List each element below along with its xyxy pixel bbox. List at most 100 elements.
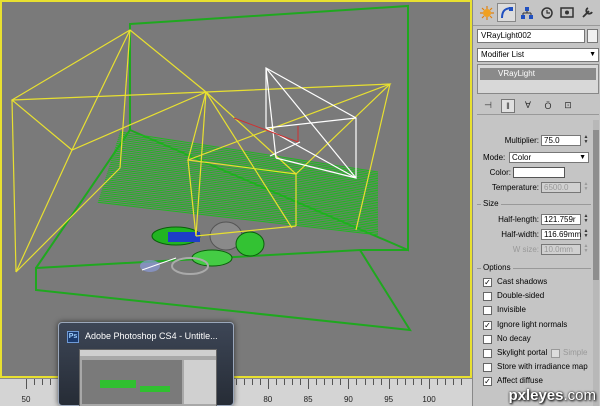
ruler-minor-tick [283,379,285,385]
option-label: Cast shadows [497,277,548,286]
command-panel: VRayLight002 Modifier List ▼ VRayLight ⊣… [472,0,600,406]
w-size-spinner[interactable]: ▲ ▼ [583,244,589,255]
option-checkbox[interactable]: ✓ [483,320,492,330]
half-length-input[interactable]: 121.759r [541,214,581,225]
make-unique-icon: ∀ [524,100,532,110]
ruler-tick [388,379,390,389]
ruler-minor-tick [324,379,326,385]
options-group-title: Options [481,263,513,272]
option-checkbox[interactable]: ✓ [483,377,492,387]
create-icon [479,5,494,20]
w-size-row: W size: 10.0mm ▲ ▼ [477,244,591,256]
ruler-minor-tick [332,379,334,385]
pin-icon: ⊣ [484,100,492,110]
color-swatch[interactable] [513,167,565,178]
ruler-label: 100 [422,395,436,404]
ruler-tick [308,379,310,389]
ruler-minor-tick [356,379,358,385]
multiplier-row: Multiplier: 75.0 ▲ ▼ [477,135,591,147]
pin-stack-button[interactable]: ⊣ [481,99,495,113]
modifier-stack[interactable]: VRayLight [477,64,599,94]
watermark-suffix: .com [563,387,596,404]
ruler-label: 95 [384,395,394,404]
ruler-minor-tick [291,379,293,385]
stack-item-vraylight[interactable]: VRayLight [480,68,596,80]
option-checkbox[interactable] [483,334,492,344]
ruler-minor-tick [259,379,261,385]
option-label: Ignore light normals [497,319,568,329]
mode-value: Color [512,153,532,162]
option-label: Skylight portal [497,348,548,357]
option-checkbox[interactable] [483,292,492,302]
configure-icon: ⊡ [564,100,572,110]
thumbnail-preview[interactable] [79,349,217,406]
display-icon [559,6,574,18]
thumbnail-title: Adobe Photoshop CS4 - Untitle... [85,331,218,341]
hierarchy-tab[interactable] [517,3,536,22]
ruler-minor-tick [404,379,406,385]
color-label: Color: [489,168,511,177]
object-color-swatch[interactable] [587,29,598,43]
simple-checkbox[interactable] [551,349,560,358]
w-size-label: W size: [512,245,539,254]
create-tab[interactable] [477,3,496,22]
color-row: Color: [477,167,591,179]
remove-modifier-button[interactable]: Ö [541,99,555,113]
modify-tab[interactable] [497,3,516,22]
temperature-row: Temperature: 6500.0 ▲ ▼ [477,182,591,194]
box-stripe [99,196,379,231]
panel-scrollbar[interactable] [593,120,599,406]
temperature-spinner[interactable]: ▲ ▼ [583,182,589,193]
ruler-minor-tick [243,379,245,385]
show-end-result-button[interactable]: ‖ [501,98,515,113]
mode-row: Mode: Color ▼ [477,152,591,164]
ruler-minor-tick [372,379,374,385]
option-checkbox[interactable] [483,363,492,373]
gizmo-shadow [140,260,160,272]
temperature-input[interactable]: 6500.0 [541,182,581,193]
ruler-minor-tick [364,379,366,385]
configure-sets-button[interactable]: ⊡ [561,99,575,113]
half-width-label: Half-width: [501,230,539,239]
display-tab[interactable] [557,3,576,22]
motion-tab[interactable] [537,3,556,22]
chevron-down-icon: ▼ [589,51,596,58]
half-width-row: Half-width: 116.69mm ▲ ▼ [477,229,591,241]
mode-select[interactable]: Color ▼ [509,152,589,163]
option-label: No decay [497,333,531,343]
make-unique-button[interactable]: ∀ [521,99,535,113]
modifier-list-dropdown[interactable]: Modifier List ▼ [477,48,599,62]
half-width-input[interactable]: 116.69mm [541,229,581,240]
taskbar-thumbnail-popup[interactable]: Ps Adobe Photoshop CS4 - Untitle... [58,322,234,406]
ruler-tick [429,379,430,389]
option-label: Affect diffuse [497,376,543,386]
command-panel-tabs [473,0,600,26]
modifier-list-label: Modifier List [481,50,525,59]
multiplier-spinner[interactable]: ▲ ▼ [583,135,589,146]
hierarchy-icon [520,6,533,19]
parameters-rollout: Multiplier: 75.0 ▲ ▼ Mode: Color ▼ Color:… [477,120,591,406]
modify-icon [500,6,513,18]
ruler-label: 85 [303,395,313,404]
ruler-minor-tick [275,379,277,385]
option-checkbox[interactable] [483,306,492,316]
panel-scroll-thumb[interactable] [593,130,599,280]
ruler-minor-tick [316,379,318,385]
ruler-minor-tick [34,379,36,385]
ruler-minor-tick [380,379,382,385]
w-size-input[interactable]: 10.0mm [541,244,581,255]
chevron-down-icon: ▼ [579,154,586,161]
stack-toolbar: ⊣ ‖ ∀ Ö ⊡ [477,97,599,115]
object-name-field[interactable]: VRayLight002 [477,29,585,43]
ruler-minor-tick [235,379,237,385]
option-checkbox[interactable] [483,349,492,358]
option-checkbox[interactable]: ✓ [483,278,492,287]
ruler-minor-tick [42,379,44,385]
ruler-tick [26,379,27,389]
watermark-bold: pxleyes [508,387,564,404]
multiplier-input[interactable]: 75.0 [541,135,581,146]
end-result-icon: ‖ [506,100,510,111]
half-length-spinner[interactable]: ▲ ▼ [583,214,589,225]
utilities-tab[interactable] [577,3,596,22]
half-width-spinner[interactable]: ▲ ▼ [583,229,589,240]
